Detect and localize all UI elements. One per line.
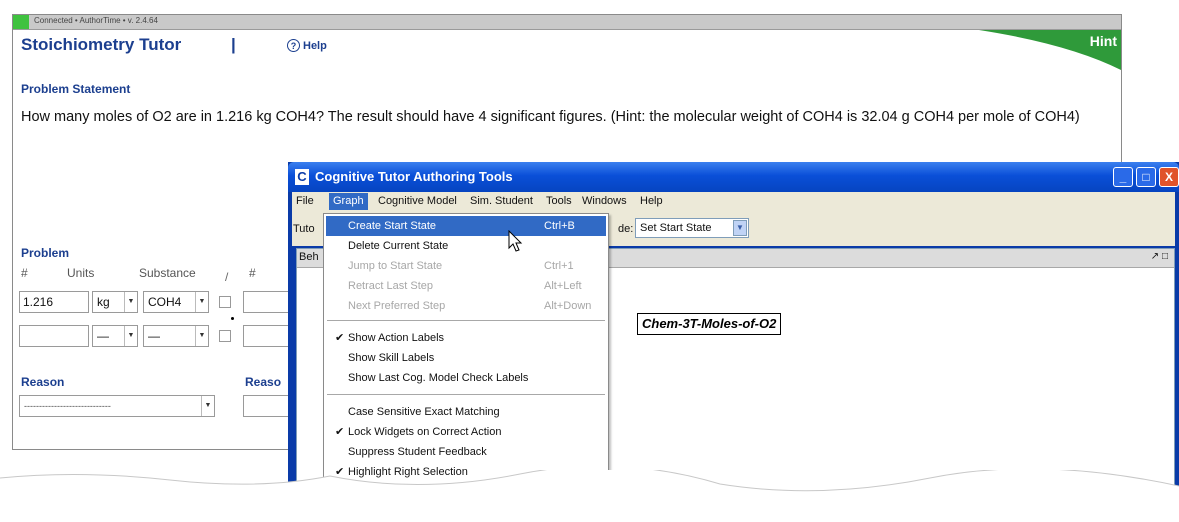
reason-select[interactable]: ----------------------------- ▼ <box>19 395 215 417</box>
menu-help[interactable]: Help <box>640 195 663 207</box>
column-units-header: Units <box>67 266 95 280</box>
units-select-2[interactable]: — ▼ <box>92 325 138 347</box>
menu-item-shortcut: Alt+Left <box>544 280 582 292</box>
torn-edge-decoration <box>0 470 1179 522</box>
column-substance-header: Substance <box>139 266 196 280</box>
multiply-dot <box>231 317 234 320</box>
column-number2-header: # <box>249 266 256 280</box>
row2-checkbox[interactable] <box>219 330 231 342</box>
menu-item-label: Next Preferred Step <box>348 300 446 312</box>
maximize-button[interactable]: □ <box>1136 167 1156 187</box>
menu-item-show-action-labels[interactable]: ✔ Show Action Labels <box>326 328 606 348</box>
menu-item-jump-to-start-state[interactable]: Jump to Start State Ctrl+1 <box>326 256 606 276</box>
menu-item-suppress-student-feedback[interactable]: Suppress Student Feedback <box>326 442 606 462</box>
title-separator: | <box>231 35 236 54</box>
menu-graph[interactable]: Graph <box>329 193 368 210</box>
substance-value-1: COH4 <box>148 295 182 309</box>
menu-item-label: Jump to Start State <box>348 260 443 272</box>
mode-label: de: <box>618 223 634 235</box>
menu-item-label: Create Start State <box>348 220 437 232</box>
menu-file[interactable]: File <box>296 195 314 207</box>
start-state-node[interactable]: Chem-3T-Moles-of-O2 <box>637 313 782 335</box>
chevron-down-icon: ▼ <box>733 220 747 236</box>
behavior-graph-title: Beh <box>299 251 319 263</box>
menu-item-lock-widgets-on-correct-action[interactable]: ✔ Lock Widgets on Correct Action <box>326 422 606 442</box>
ctat-app-icon: C <box>295 169 309 185</box>
minimize-button[interactable]: _ <box>1113 167 1133 187</box>
menu-item-retract-last-step[interactable]: Retract Last Step Alt+Left <box>326 276 606 296</box>
units-value-1: kg <box>97 295 110 309</box>
menu-item-label: Retract Last Step <box>348 280 433 292</box>
menu-item-shortcut: Alt+Down <box>544 300 592 312</box>
chevron-down-icon: ▼ <box>124 326 137 346</box>
menu-cognitive-model[interactable]: Cognitive Model <box>378 195 457 207</box>
divider-slash: / <box>225 270 229 284</box>
chevron-down-icon: ▼ <box>201 396 214 416</box>
check-icon: ✔ <box>335 426 345 438</box>
tutor-status-bar: Connected • AuthorTime • v. 2.4.64 <box>13 15 1121 30</box>
menu-item-case-sensitive-exact-matching[interactable]: Case Sensitive Exact Matching <box>326 402 606 422</box>
units-value-2: — <box>97 329 109 343</box>
menu-tools[interactable]: Tools <box>546 195 572 207</box>
menu-item-label: Lock Widgets on Correct Action <box>348 426 502 438</box>
reason-select-value: ----------------------------- <box>24 401 111 411</box>
menu-item-shortcut: Ctrl+B <box>544 220 575 232</box>
number-input-1[interactable]: 1.216 <box>19 291 89 313</box>
units-select-1[interactable]: kg ▼ <box>92 291 138 313</box>
problem-statement-text: How many moles of O2 are in 1.216 kg COH… <box>21 109 1080 125</box>
menu-item-next-preferred-step[interactable]: Next Preferred Step Alt+Down <box>326 296 606 316</box>
menu-separator <box>327 394 605 395</box>
author-mode-select[interactable]: Set Start State ▼ <box>635 218 749 238</box>
ctat-window-title: Cognitive Tutor Authoring Tools <box>315 169 513 184</box>
ctat-titlebar[interactable]: C Cognitive Tutor Authoring Tools _ □ X <box>288 162 1179 192</box>
tutor-type-label: Tuto <box>293 223 315 235</box>
substance-value-2: — <box>148 329 160 343</box>
menu-item-label: Show Action Labels <box>348 332 445 344</box>
problem-statement-heading: Problem Statement <box>21 82 131 96</box>
menu-item-label: Suppress Student Feedback <box>348 446 487 458</box>
menu-item-label: Case Sensitive Exact Matching <box>348 406 500 418</box>
menu-windows[interactable]: Windows <box>582 195 627 207</box>
substance-select-2[interactable]: — ▼ <box>143 325 209 347</box>
panel-window-controls[interactable]: ↗ □ <box>1151 251 1168 262</box>
number-input-2[interactable] <box>19 325 89 347</box>
menu-separator <box>327 320 605 321</box>
menu-item-label: Show Skill Labels <box>348 352 435 364</box>
help-label: Help <box>303 39 327 52</box>
menu-item-label: Show Last Cog. Model Check Labels <box>348 372 529 384</box>
chevron-down-icon: ▼ <box>124 292 137 312</box>
row1-checkbox[interactable] <box>219 296 231 308</box>
menu-item-show-last-cog-model-check-labels[interactable]: Show Last Cog. Model Check Labels <box>326 368 606 388</box>
menu-item-delete-current-state[interactable]: Delete Current State <box>326 236 606 256</box>
help-icon: ? <box>287 39 300 52</box>
check-icon: ✔ <box>335 332 345 344</box>
close-button[interactable]: X <box>1159 167 1179 187</box>
reason-label-2: Reaso <box>245 375 282 389</box>
column-number-header: # <box>21 266 28 280</box>
menu-item-create-start-state[interactable]: Create Start State Ctrl+B <box>326 216 606 236</box>
status-text: Connected • AuthorTime • v. 2.4.64 <box>34 16 158 25</box>
menu-item-shortcut: Ctrl+1 <box>544 260 574 272</box>
chevron-down-icon: ▼ <box>195 326 208 346</box>
connection-indicator-icon <box>13 15 29 29</box>
graph-menu: Create Start State Ctrl+B Delete Current… <box>323 213 609 485</box>
substance-select-1[interactable]: COH4 ▼ <box>143 291 209 313</box>
menu-item-label: Delete Current State <box>348 240 449 252</box>
author-mode-value: Set Start State <box>640 222 712 234</box>
mouse-cursor-icon <box>508 230 523 252</box>
help-button[interactable]: ? Help <box>287 39 327 52</box>
hint-button[interactable]: Hint <box>1090 33 1117 49</box>
menu-sim-student[interactable]: Sim. Student <box>470 195 533 207</box>
ctat-menubar: File Graph Cognitive Model Sim. Student … <box>292 192 1175 212</box>
chevron-down-icon: ▼ <box>195 292 208 312</box>
problem-heading: Problem <box>21 246 70 260</box>
reason-label: Reason <box>21 375 65 389</box>
tutor-title: Stoichiometry Tutor <box>21 35 182 54</box>
menu-item-show-skill-labels[interactable]: Show Skill Labels <box>326 348 606 368</box>
